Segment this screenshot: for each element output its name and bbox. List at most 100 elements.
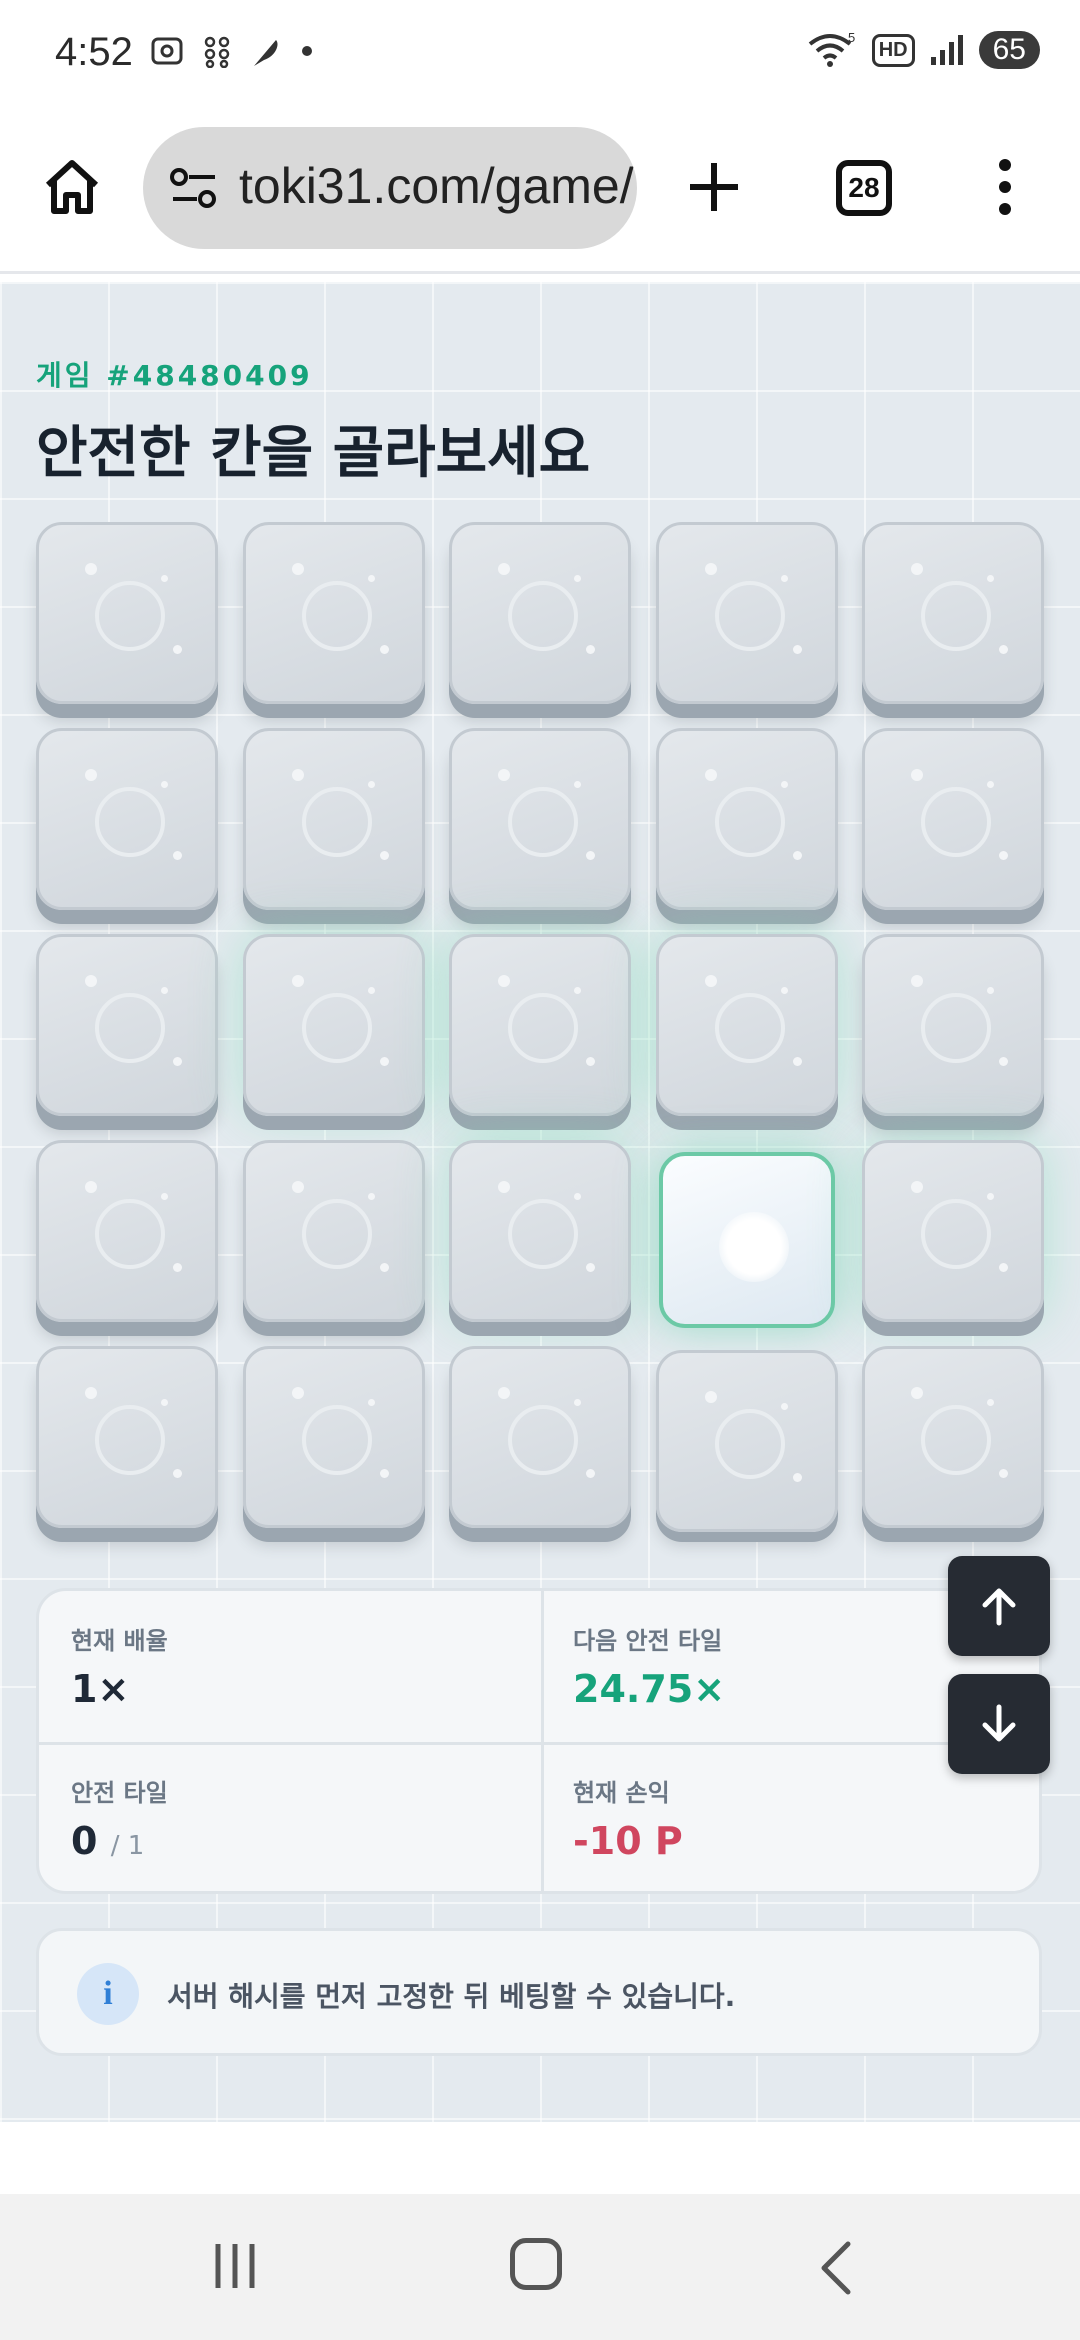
tile-sparkle	[911, 975, 923, 987]
tile-r2-c5[interactable]	[862, 728, 1044, 910]
tile-sparkle	[999, 645, 1008, 654]
tile-sparkle	[999, 1263, 1008, 1272]
tile-r4-c2[interactable]	[242, 1140, 425, 1322]
profit-value: -10 P	[573, 1819, 683, 1863]
arrow-down-icon	[982, 1704, 1016, 1742]
site-settings-icon[interactable]	[169, 163, 219, 213]
tile-sparkle	[379, 1469, 389, 1478]
tile-sparkle	[999, 1469, 1008, 1478]
tile-sparkle	[161, 1193, 168, 1200]
profit-label: 현재 손익	[573, 1779, 670, 1807]
tile-r5-c5[interactable]	[862, 1346, 1044, 1528]
tile-sparkle	[780, 575, 788, 582]
tile-r2-c1[interactable]	[36, 728, 218, 910]
info-notice: i 서버 해시를 먼저 고정한 뒤 베팅할 수 있습니다.	[36, 1928, 1042, 2056]
url-bar[interactable]: toki31.com/game/	[143, 127, 637, 249]
tile-r3-c1[interactable]	[36, 934, 218, 1116]
tile-circle-icon	[95, 581, 165, 651]
tile-sparkle	[85, 563, 97, 575]
scroll-up-button[interactable]	[948, 1556, 1050, 1656]
tile-sparkle	[498, 975, 510, 987]
tile-sparkle	[379, 645, 389, 654]
tile-sparkle	[173, 1469, 182, 1478]
tile-circle-icon	[921, 787, 991, 857]
tile-sparkle	[704, 769, 717, 781]
tile-circle-icon	[714, 993, 785, 1063]
system-navigation-bar	[0, 2194, 1080, 2340]
tile-sparkle	[574, 1399, 581, 1406]
recent-apps-icon[interactable]	[210, 2240, 260, 2292]
tile-sparkle	[987, 1193, 994, 1200]
tile-r1-c3[interactable]	[449, 522, 631, 704]
stats-divider-horizontal	[39, 1742, 1039, 1745]
tile-sparkle	[161, 781, 168, 788]
current-multiplier-value: 1×	[71, 1667, 130, 1711]
tile-sparkle	[792, 851, 802, 860]
tile-r3-c2[interactable]	[242, 934, 425, 1116]
tile-sparkle	[586, 851, 595, 860]
hd-badge: HD	[871, 33, 915, 67]
tile-r2-c2[interactable]	[242, 728, 425, 910]
tile-r4-c5[interactable]	[862, 1140, 1044, 1322]
tile-r5-c2[interactable]	[242, 1346, 425, 1528]
tile-r4-c3[interactable]	[449, 1140, 631, 1322]
tile-sparkle	[161, 1399, 168, 1406]
tile-r1-c2[interactable]	[242, 522, 425, 704]
tile-sparkle	[911, 769, 923, 781]
tile-circle-icon	[508, 581, 578, 651]
tile-r4-c4[interactable]	[658, 1152, 835, 1328]
tile-r5-c4[interactable]	[655, 1350, 838, 1532]
tile-r2-c4[interactable]	[655, 728, 838, 910]
tile-r5-c3[interactable]	[449, 1346, 631, 1528]
tile-sparkle	[911, 1181, 923, 1193]
tile-grid	[36, 522, 1044, 1532]
safe-tiles-value-wrap: 0 / 1	[71, 1819, 144, 1863]
tile-circle-icon	[301, 1199, 372, 1269]
tile-sparkle	[987, 1399, 994, 1406]
tile-sparkle	[987, 781, 994, 788]
stats-card: 현재 배율 1× 다음 안전 타일 24.75× 안전 타일 0 / 1 현재 …	[36, 1588, 1042, 1894]
tile-r3-c5[interactable]	[862, 934, 1044, 1116]
tile-sparkle	[173, 645, 182, 654]
tile-sparkle	[291, 1181, 304, 1193]
tile-r4-c1[interactable]	[36, 1140, 218, 1322]
tile-circle-icon	[714, 787, 785, 857]
back-icon[interactable]	[816, 2238, 856, 2298]
tile-sparkle	[574, 1193, 581, 1200]
tile-r3-c4[interactable]	[655, 934, 838, 1116]
tile-sparkle	[291, 769, 304, 781]
tile-sparkle	[367, 781, 375, 788]
tile-r1-c5[interactable]	[862, 522, 1044, 704]
info-icon: i	[77, 1963, 139, 2025]
tile-sparkle	[704, 563, 717, 575]
tile-sparkle	[792, 1057, 802, 1066]
tile-sparkle	[987, 575, 994, 582]
tile-sparkle	[379, 1263, 389, 1272]
home-icon[interactable]	[40, 155, 104, 219]
tile-sparkle	[999, 1057, 1008, 1066]
next-safe-label: 다음 안전 타일	[573, 1627, 723, 1655]
nav-home-icon[interactable]	[510, 2238, 562, 2290]
tile-circle-icon	[921, 581, 991, 651]
scroll-down-button[interactable]	[948, 1674, 1050, 1774]
tile-sparkle	[999, 851, 1008, 860]
tile-sparkle	[367, 575, 375, 582]
tile-r1-c4[interactable]	[655, 522, 838, 704]
tab-switcher-button[interactable]: 28	[836, 160, 892, 216]
tile-sparkle	[586, 1057, 595, 1066]
tile-sparkle	[291, 563, 304, 575]
tile-circle-icon	[508, 993, 578, 1063]
tile-sparkle	[911, 1387, 923, 1399]
tile-circle-icon	[301, 581, 372, 651]
new-tab-icon[interactable]	[682, 155, 746, 219]
tile-circle-icon	[921, 993, 991, 1063]
tile-circle-icon	[718, 1212, 789, 1282]
safe-tiles-label: 안전 타일	[71, 1779, 168, 1807]
next-safe-value: 24.75×	[573, 1667, 726, 1711]
status-bar: 4:52 5 HD 65	[0, 0, 1080, 110]
more-menu-icon[interactable]	[990, 155, 1020, 219]
tile-r2-c3[interactable]	[449, 728, 631, 910]
tile-r1-c1[interactable]	[36, 522, 218, 704]
tile-r3-c3[interactable]	[449, 934, 631, 1116]
tile-r5-c1[interactable]	[36, 1346, 218, 1528]
